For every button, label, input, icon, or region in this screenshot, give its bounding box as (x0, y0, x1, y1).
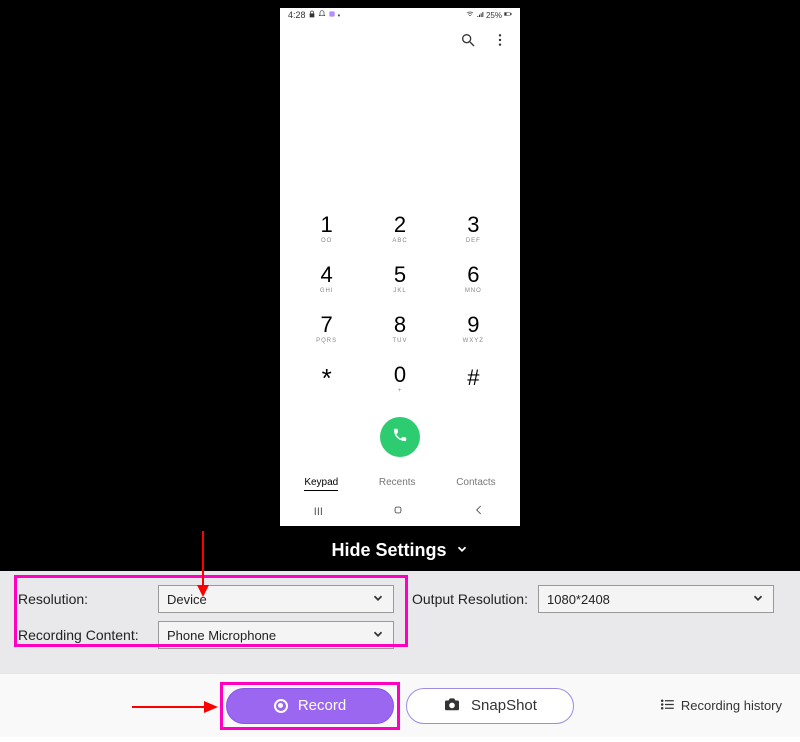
key-7[interactable]: 7PQRS (297, 307, 357, 351)
hide-settings-toggle[interactable]: Hide Settings (331, 540, 468, 561)
record-button-label: Record (298, 697, 346, 714)
app-root: 4:28 • 25% 1 (0, 0, 800, 742)
tab-contacts[interactable]: Contacts (456, 477, 495, 491)
setting-row-recording-content: Recording Content: Phone Microphone (18, 621, 782, 649)
lock-icon (308, 10, 316, 20)
key-3[interactable]: 3DEF (443, 207, 503, 251)
key-5[interactable]: 5JKL (370, 257, 430, 301)
snapshot-button-label: SnapShot (471, 697, 537, 714)
resolution-value: Device (167, 592, 207, 607)
button-bar: Record SnapShot Recording history (0, 673, 800, 737)
phone-icon (392, 427, 408, 448)
recording-history-link[interactable]: Recording history (660, 697, 782, 715)
list-icon (660, 697, 675, 715)
key-8[interactable]: 8TUV (370, 307, 430, 351)
chevron-down-icon (371, 627, 385, 644)
setting-row-resolution: Resolution: Device Output Resolution: 10… (18, 585, 782, 613)
record-icon (274, 699, 288, 713)
wifi-icon (466, 10, 474, 20)
phone-status-bar: 4:28 • 25% (280, 8, 520, 20)
home-icon[interactable] (391, 503, 405, 520)
key-4[interactable]: 4GHI (297, 257, 357, 301)
dot-icon: • (338, 11, 341, 20)
search-icon[interactable] (460, 32, 476, 53)
output-resolution-select[interactable]: 1080*2408 (538, 585, 774, 613)
more-icon[interactable] (492, 32, 508, 53)
key-star[interactable]: * (297, 357, 357, 401)
phone-spacer (280, 57, 520, 207)
signal-icon (476, 10, 484, 20)
resolution-select[interactable]: Device (158, 585, 394, 613)
output-resolution-label: Output Resolution: (412, 591, 538, 607)
key-2[interactable]: 2ABC (370, 207, 430, 251)
recording-content-label: Recording Content: (18, 627, 158, 643)
snapshot-button[interactable]: SnapShot (406, 688, 574, 724)
call-button[interactable] (380, 417, 420, 457)
resolution-label: Resolution: (18, 591, 158, 607)
hide-settings-row: Hide Settings (0, 532, 800, 571)
phone-mockup: 4:28 • 25% 1 (280, 8, 520, 526)
key-hash[interactable]: # (443, 357, 503, 401)
phone-tabs: Keypad Recents Contacts (280, 469, 520, 497)
dialer-keypad: 1OO 2ABC 3DEF 4GHI 5JKL 6MNO 7PQRS 8TUV … (280, 207, 520, 407)
tab-recents[interactable]: Recents (379, 477, 416, 491)
record-button-wrap: Record (226, 688, 394, 724)
bell-icon (318, 10, 326, 20)
chevron-down-icon (751, 591, 765, 608)
settings-panel: Resolution: Device Output Resolution: 10… (0, 571, 800, 673)
screen-mirror-viewport: 4:28 • 25% 1 (0, 0, 800, 532)
key-1[interactable]: 1OO (297, 207, 357, 251)
chevron-down-icon (455, 540, 469, 561)
hide-settings-label: Hide Settings (331, 540, 446, 561)
camera-icon (443, 697, 461, 715)
annotation-arrow-right (132, 698, 218, 716)
status-time: 4:28 (288, 10, 306, 20)
recording-history-label: Recording history (681, 698, 782, 713)
key-6[interactable]: 6MNO (443, 257, 503, 301)
battery-icon (504, 10, 512, 20)
key-0[interactable]: 0+ (370, 357, 430, 401)
recent-apps-icon[interactable]: III (314, 506, 323, 518)
key-9[interactable]: 9WXYZ (443, 307, 503, 351)
phone-nav-bar: III (280, 497, 520, 526)
output-resolution-value: 1080*2408 (547, 592, 610, 607)
phone-top-bar (280, 20, 520, 57)
recording-content-select[interactable]: Phone Microphone (158, 621, 394, 649)
tab-keypad[interactable]: Keypad (304, 477, 338, 491)
record-button[interactable]: Record (226, 688, 394, 724)
status-battery: 25% (486, 11, 502, 20)
app-icon (328, 10, 336, 20)
chevron-down-icon (371, 591, 385, 608)
back-icon[interactable] (472, 503, 486, 520)
call-button-row (280, 417, 520, 457)
recording-content-value: Phone Microphone (167, 628, 276, 643)
